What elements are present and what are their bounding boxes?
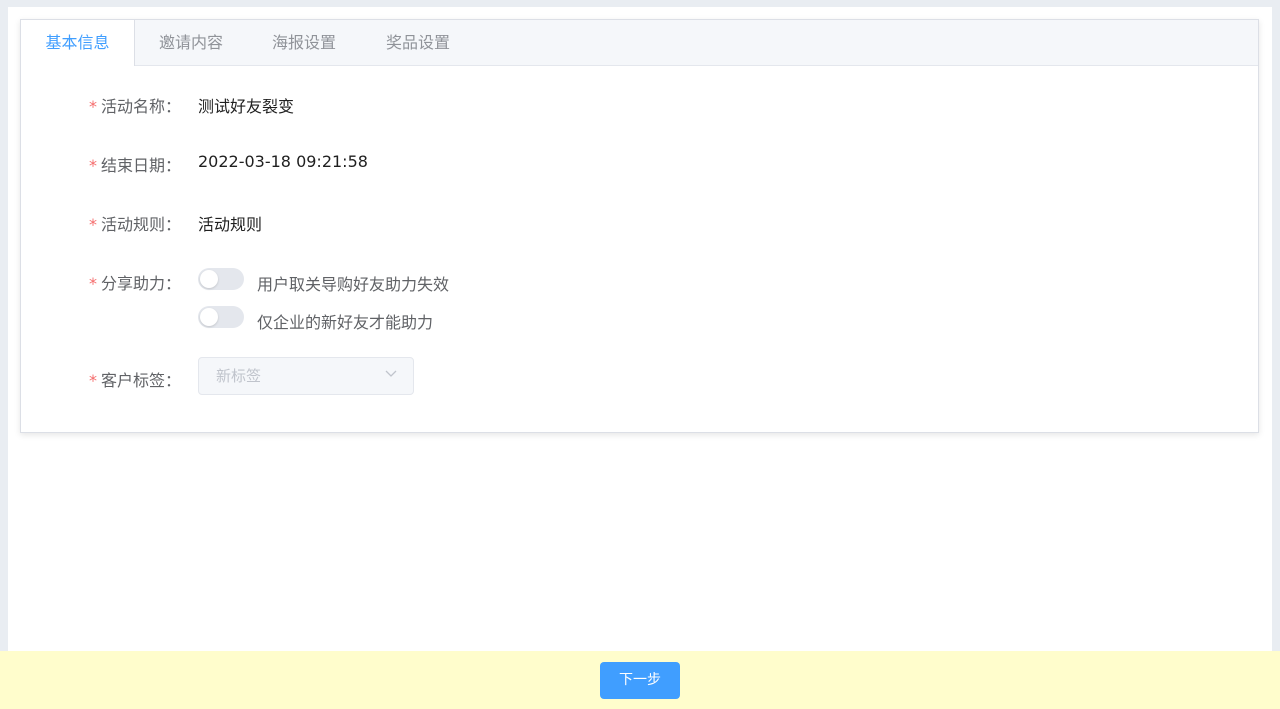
customer-tag-placeholder: 新标签 [216, 367, 262, 385]
end-date-value: 2022-03-18 09:21:58 [198, 152, 368, 171]
activity-rules-label: * 活动规则： [89, 211, 181, 235]
footer-bar: 下一步 [0, 651, 1280, 709]
customer-tag-label: * 客户标签： [89, 367, 181, 391]
next-step-button[interactable]: 下一步 [600, 662, 680, 699]
end-date-label: * 结束日期： [89, 152, 181, 176]
tab-basic-info[interactable]: 基本信息 [21, 20, 135, 66]
unfollow-invalidate-toggle-label: 用户取关导购好友助力失效 [257, 275, 450, 294]
activity-name-label-text: 活动名称： [101, 97, 182, 116]
new-friend-only-toggle[interactable] [198, 306, 244, 328]
share-assist-label: * 分享助力： [89, 270, 181, 294]
tab-bar: 基本信息 邀请内容 海报设置 奖品设置 [21, 20, 1258, 66]
required-mark: * [89, 156, 97, 175]
tab-poster-settings[interactable]: 海报设置 [247, 20, 361, 65]
share-assist-label-text: 分享助力： [101, 274, 182, 293]
activity-form-card: 基本信息 邀请内容 海报设置 奖品设置 * 活动名称： 测试好友裂变 * 结束日期：… [20, 19, 1259, 433]
customer-tag-label-text: 客户标签： [101, 371, 182, 390]
required-mark: * [89, 97, 97, 116]
activity-rules-label-text: 活动规则： [101, 215, 182, 234]
toggle-knob [200, 270, 218, 288]
required-mark: * [89, 371, 97, 390]
page-body: 基本信息 邀请内容 海报设置 奖品设置 * 活动名称： 测试好友裂变 * 结束日期：… [8, 7, 1272, 709]
required-mark: * [89, 215, 97, 234]
end-date-label-text: 结束日期： [101, 156, 182, 175]
required-mark: * [89, 274, 97, 293]
chevron-down-icon [385, 370, 397, 377]
activity-name-value: 测试好友裂变 [198, 97, 295, 116]
new-friend-only-toggle-label: 仅企业的新好友才能助力 [257, 313, 434, 332]
tab-invite-content[interactable]: 邀请内容 [135, 20, 247, 65]
unfollow-invalidate-toggle[interactable] [198, 268, 244, 290]
activity-rules-value: 活动规则 [198, 215, 263, 234]
activity-name-label: * 活动名称： [89, 93, 181, 117]
customer-tag-select[interactable]: 新标签 [198, 357, 414, 395]
tab-prize-settings[interactable]: 奖品设置 [361, 20, 475, 65]
toggle-knob [200, 308, 218, 326]
